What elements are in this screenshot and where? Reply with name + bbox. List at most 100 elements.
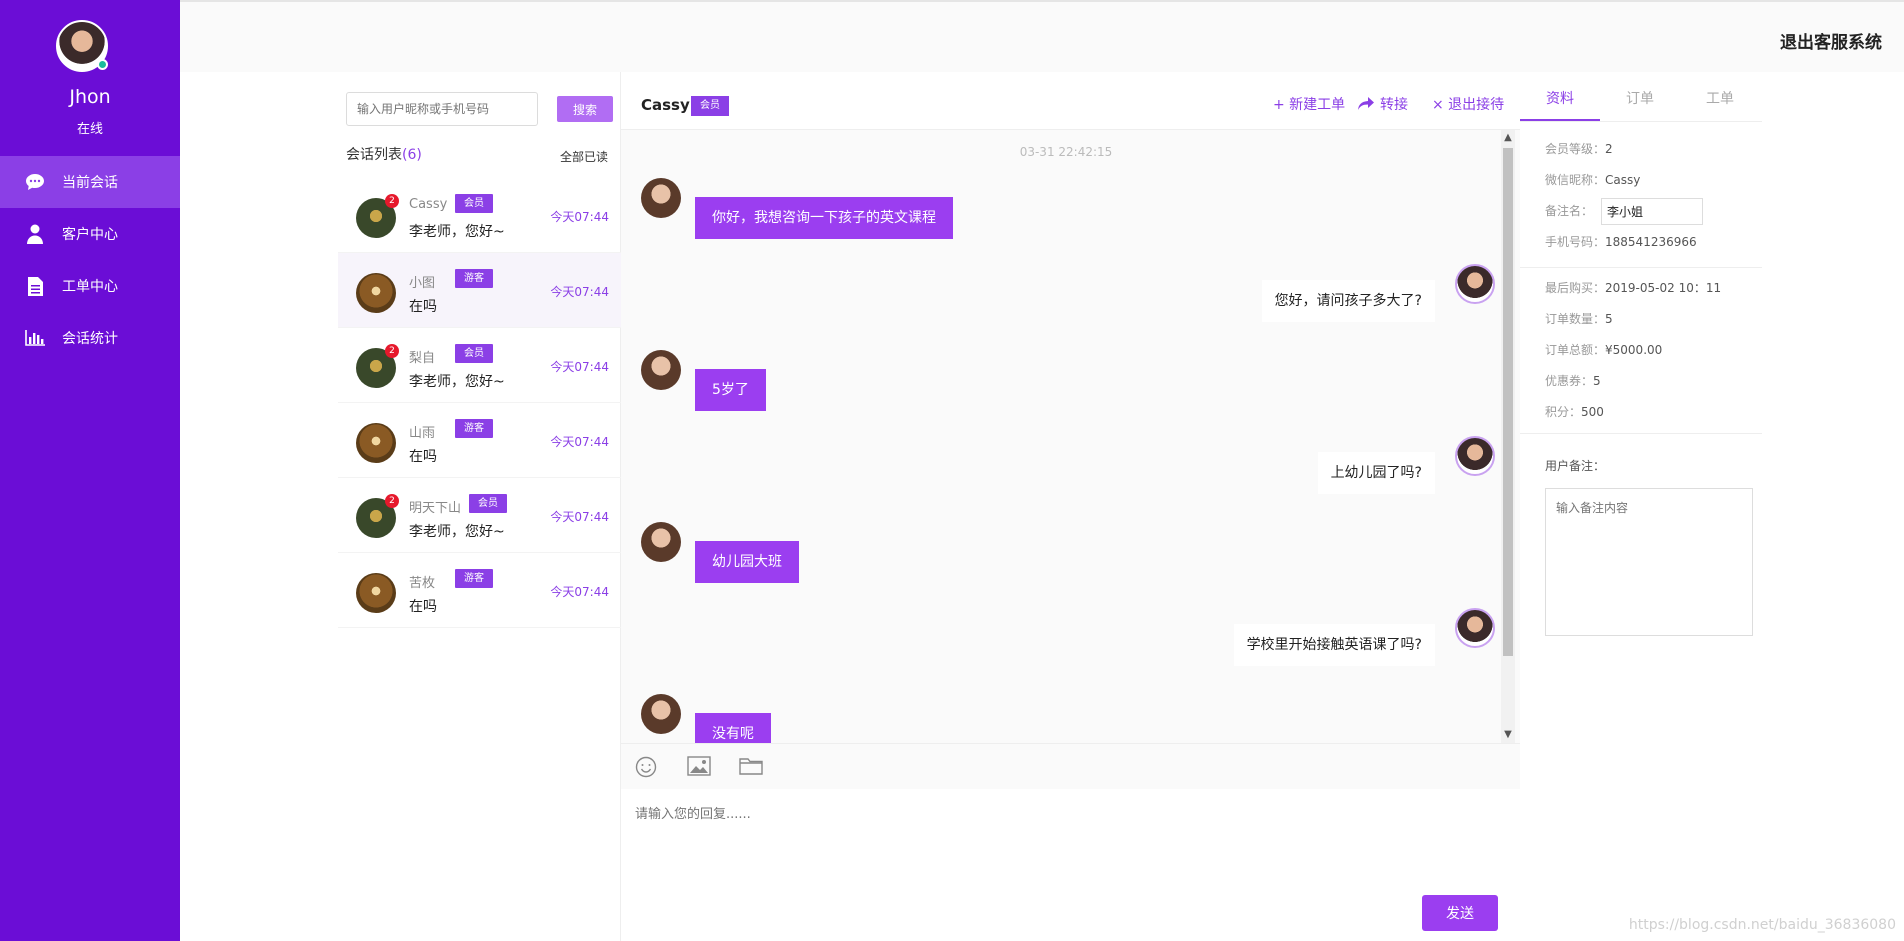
coupons-row: 优惠券：5: [1545, 372, 1601, 389]
chat-panel: Cassy 会员 + 新建工单 转接 × 退出接待 03-31 22:42:15…: [621, 72, 1520, 941]
list-count: (6): [402, 147, 422, 163]
send-button[interactable]: 发送: [1422, 895, 1498, 931]
order-total-label: 订单总额：: [1545, 343, 1606, 357]
nav-item-current-session[interactable]: 当前会话: [0, 156, 180, 208]
last-message: 在吗: [409, 299, 437, 315]
conversation-item[interactable]: 2 梨自 会员 李老师，您好~ 今天07:44: [338, 328, 621, 403]
customer-avatar: [641, 178, 681, 218]
online-status-dot: [97, 59, 108, 70]
agent-avatar[interactable]: [56, 20, 108, 72]
message-time: 今天07:44: [550, 360, 609, 374]
customer-name: 山雨: [409, 426, 436, 441]
chat-bubble-icon: [24, 171, 46, 193]
conversation-panel: 搜索 会话列表(6) 全部已读 2 Cassy 会员 李老师，您好~ 今天07:…: [338, 72, 621, 941]
last-purchase-label: 最后购买：: [1545, 281, 1606, 295]
bar-chart-icon: [24, 327, 46, 349]
message-time: 今天07:44: [550, 285, 609, 299]
customer-message: 没有呢: [695, 713, 771, 743]
nav-label: 客户中心: [62, 227, 118, 243]
message-time: 今天07:44: [550, 210, 609, 224]
search-button[interactable]: 搜索: [557, 96, 613, 122]
last-purchase-value: 2019-05-02 10：11: [1605, 281, 1722, 295]
image-icon[interactable]: [687, 756, 711, 778]
conversation-item[interactable]: 2 Cassy 会员 李老师，您好~ 今天07:44: [338, 178, 621, 253]
sidebar-nav: 当前会话 客户中心 工单中心 会话统计: [0, 156, 180, 364]
emoji-icon[interactable]: [635, 756, 659, 778]
member-level-label: 会员等级：: [1545, 142, 1606, 156]
reply-input[interactable]: [635, 803, 1495, 883]
user-notes-label: 用户备注：: [1545, 459, 1606, 473]
reply-area: 发送: [621, 789, 1520, 941]
agent-avatar: [1455, 608, 1495, 648]
remark-name-field[interactable]: [1601, 198, 1703, 225]
scroll-down-icon[interactable]: ▼: [1501, 727, 1515, 743]
nickname-label: 微信昵称：: [1545, 173, 1606, 187]
order-count-value: 5: [1605, 312, 1613, 326]
user-icon: [24, 223, 46, 245]
search-input[interactable]: [346, 92, 538, 126]
member-level-row: 会员等级：2: [1545, 140, 1613, 157]
order-total-value: ¥5000.00: [1605, 343, 1663, 357]
customer-avatar: [356, 273, 396, 313]
agent-avatar: [1455, 436, 1495, 476]
exit-reception-button[interactable]: × 退出接待: [1432, 94, 1504, 114]
phone-value: 188541236966: [1605, 235, 1697, 249]
divider: [1520, 433, 1762, 434]
share-arrow-icon: [1358, 97, 1374, 110]
remark-label: 备注名：: [1545, 204, 1594, 218]
customer-avatar: [356, 423, 396, 463]
nav-label: 当前会话: [62, 175, 118, 191]
member-tag: 会员: [691, 96, 729, 116]
info-tabs: 资料 订单 工单: [1520, 72, 1762, 122]
message-timestamp: 03-31 22:42:15: [1019, 145, 1113, 159]
top-bar: 退出客服系统: [180, 0, 1904, 72]
last-message: 在吗: [409, 599, 437, 615]
agent-status: 在线: [76, 122, 103, 137]
customer-name: Cassy: [409, 197, 448, 212]
list-title-text: 会话列表: [346, 147, 402, 163]
message-scrollbar[interactable]: ▲ ▼: [1501, 130, 1515, 743]
scroll-up-icon[interactable]: ▲: [1501, 130, 1515, 146]
tab-orders[interactable]: 订单: [1600, 72, 1680, 121]
customer-avatar: [641, 522, 681, 562]
mark-all-read-button[interactable]: 全部已读: [560, 148, 608, 165]
conversation-item[interactable]: 山雨 游客 在吗 今天07:44: [338, 403, 621, 478]
transfer-button[interactable]: 转接: [1358, 94, 1408, 114]
message-time: 今天07:44: [550, 585, 609, 599]
unread-badge: 2: [385, 194, 399, 208]
message-list: 03-31 22:42:15 你好，我想咨询一下孩子的英文课程 您好，请问孩子多…: [621, 130, 1511, 743]
conversation-item[interactable]: 小图 游客 在吗 今天07:44: [338, 253, 621, 328]
watermark: https://blog.csdn.net/baidu_36836080: [1628, 917, 1896, 933]
conversation-item[interactable]: 2 明天下山 会员 李老师，您好~ 今天07:44: [338, 478, 621, 553]
user-notes-input[interactable]: [1545, 488, 1753, 636]
new-ticket-button[interactable]: + 新建工单: [1273, 94, 1345, 114]
member-tag: 会员: [455, 194, 493, 213]
customer-name: 小图: [409, 276, 436, 291]
customer-avatar: [641, 694, 681, 734]
message-time: 今天07:44: [550, 510, 609, 524]
nav-label: 会话统计: [62, 331, 118, 347]
sidebar: Jhon 在线 当前会话 客户中心 工单中心 会话统计: [0, 0, 180, 941]
message-toolbar: [621, 743, 1520, 789]
scroll-thumb[interactable]: [1503, 148, 1513, 656]
agent-message: 您好，请问孩子多大了?: [1261, 280, 1435, 322]
customer-avatar: [641, 350, 681, 390]
nav-item-session-stats[interactable]: 会话统计: [0, 312, 180, 364]
conversation-item[interactable]: 苦枚 游客 在吗 今天07:44: [338, 553, 621, 628]
folder-icon[interactable]: [739, 756, 763, 778]
nav-item-customer-center[interactable]: 客户中心: [0, 208, 180, 260]
agent-message: 学校里开始接触英语课了吗?: [1233, 624, 1435, 666]
visitor-tag: 游客: [455, 419, 493, 438]
nickname-row: 微信昵称：Cassy: [1545, 171, 1640, 188]
transfer-label: 转接: [1380, 97, 1408, 113]
customer-message: 幼儿园大班: [695, 541, 799, 583]
nav-item-ticket-center[interactable]: 工单中心: [0, 260, 180, 312]
last-message: 李老师，您好~: [409, 374, 505, 390]
tab-profile[interactable]: 资料: [1520, 72, 1600, 121]
points-value: 500: [1581, 405, 1604, 419]
nickname-value: Cassy: [1605, 173, 1641, 187]
tab-tickets[interactable]: 工单: [1680, 72, 1760, 121]
order-count-label: 订单数量：: [1545, 312, 1606, 326]
chat-header: Cassy 会员 + 新建工单 转接 × 退出接待: [621, 72, 1520, 130]
exit-system-link[interactable]: 退出客服系统: [1780, 28, 1882, 53]
